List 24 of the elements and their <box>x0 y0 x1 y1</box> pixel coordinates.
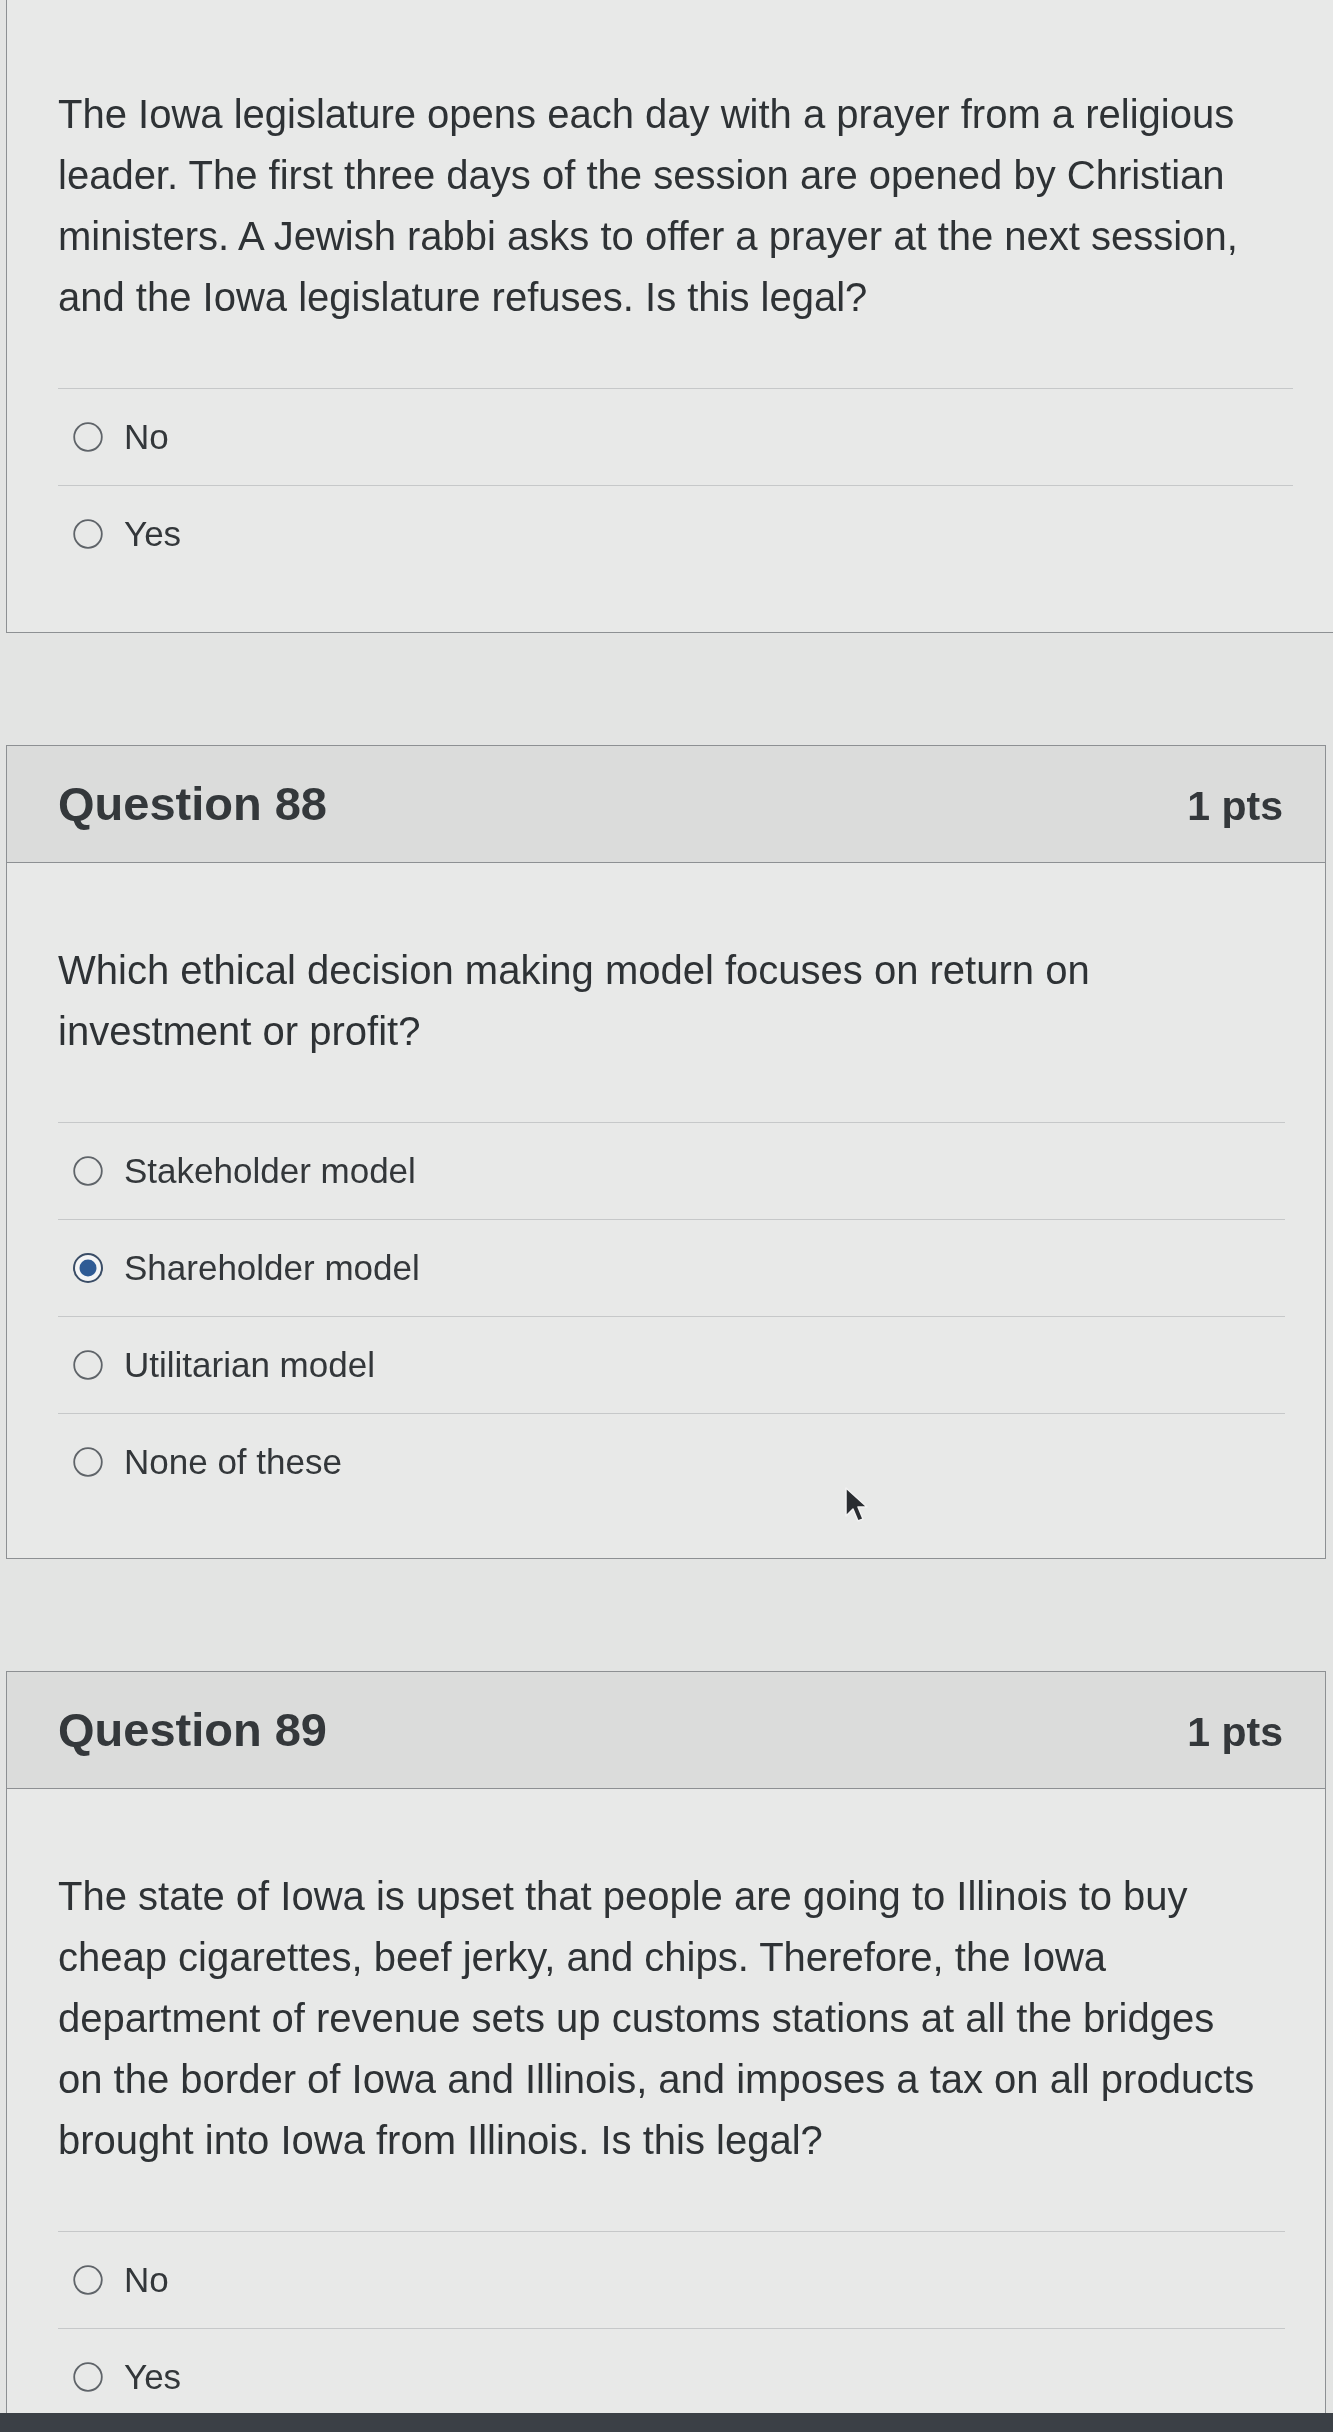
answer-option[interactable]: Yes <box>73 513 182 555</box>
points-label: 1 pts <box>1187 782 1283 831</box>
radio-button[interactable] <box>73 2265 103 2295</box>
radio-button[interactable] <box>73 1447 103 1477</box>
question-title: Question 88 <box>58 776 327 832</box>
answer-option[interactable]: No <box>73 2259 169 2301</box>
radio-button[interactable] <box>73 422 103 452</box>
mouse-pointer-icon <box>845 1487 869 1523</box>
radio-button[interactable] <box>73 1350 103 1380</box>
question-text: Which ethical decision making model focuses on return on investment or profit? <box>58 947 1091 1055</box>
answer-option[interactable]: Shareholder model <box>73 1247 420 1289</box>
answer-option[interactable]: Utilitarian model <box>73 1344 375 1386</box>
points-label: 1 pts <box>1187 1708 1283 1757</box>
question-title: Question 89 <box>58 1702 327 1758</box>
radio-button[interactable] <box>73 1253 103 1283</box>
radio-button[interactable] <box>73 519 103 549</box>
answer-option[interactable]: No <box>73 416 169 458</box>
question-text: The Iowa legislature opens each day with a prayer from a religious leader. The first three days of the session are opened by Christian ministers. A Jewish rabbi asks to offer a prayer at the next session, and the Iowa legislature refuses. Is this legal? <box>58 91 1239 321</box>
question-text: The state of Iowa is upset that people are going to Illinois to buy cheap cigarettes, beef jerky, and chips. Therefore, the Iowa department of revenue sets up customs stations at all the bridges on the border of Iowa and Illinois, and imposes a tax on all products brought into Iowa from Illinois. Is this legal? <box>58 1873 1256 2164</box>
answer-option[interactable]: None of these <box>73 1441 342 1483</box>
answer-option[interactable]: Stakeholder model <box>73 1150 416 1192</box>
radio-button[interactable] <box>73 1156 103 1186</box>
answer-option[interactable]: Yes <box>73 2356 182 2398</box>
radio-button[interactable] <box>73 2362 103 2392</box>
